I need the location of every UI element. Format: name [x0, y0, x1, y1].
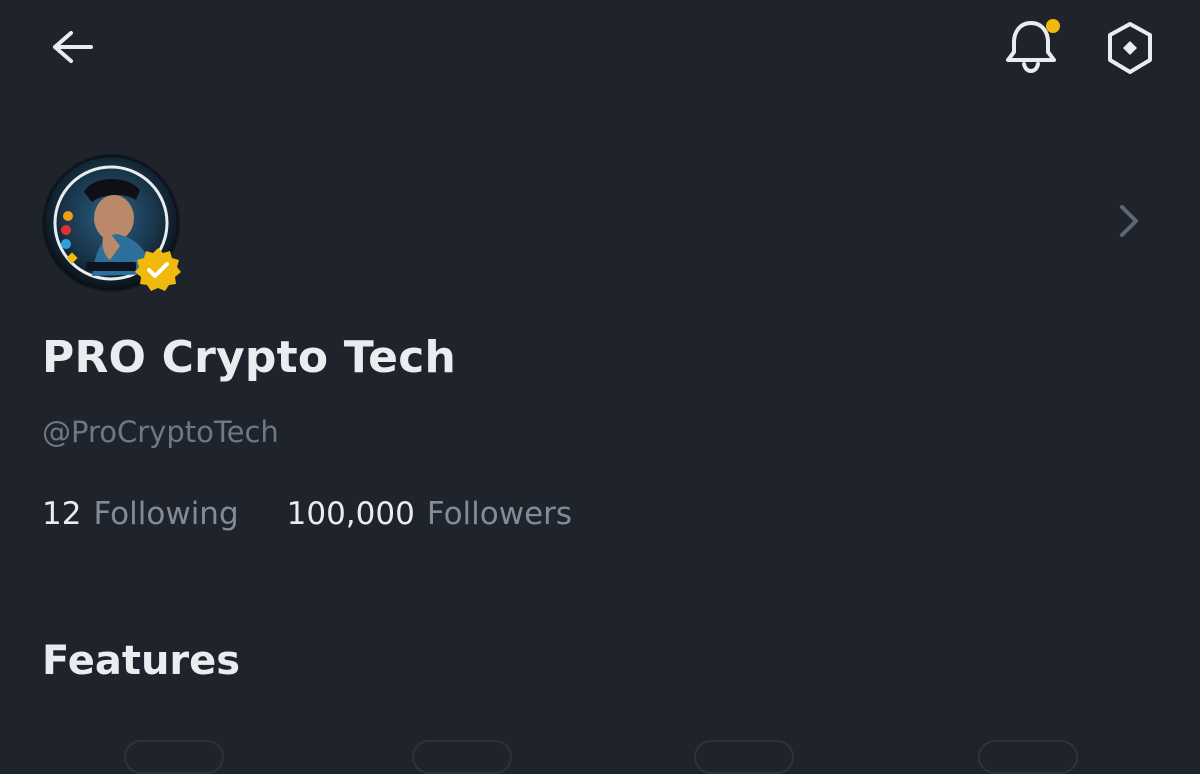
arrow-left-icon — [53, 31, 93, 63]
profile-details-button[interactable] — [1106, 196, 1152, 246]
feature-tile[interactable] — [124, 740, 224, 774]
notifications-button[interactable] — [998, 14, 1064, 80]
followers-label: Followers — [426, 496, 573, 532]
feature-tile[interactable] — [694, 740, 794, 774]
followers-stat[interactable]: 100,000 Followers — [287, 496, 572, 532]
back-button[interactable] — [42, 22, 98, 72]
following-label: Following — [93, 496, 239, 532]
features-title: Features — [42, 638, 241, 684]
profile-stats: 12 Following 100,000 Followers — [42, 496, 572, 532]
following-count: 12 — [42, 496, 82, 532]
followers-count: 100,000 — [286, 496, 415, 532]
profile-handle: @ProCryptoTech — [42, 415, 279, 449]
chevron-right-icon — [1120, 205, 1138, 237]
feature-tile[interactable] — [978, 740, 1078, 774]
bell-icon — [1006, 19, 1060, 74]
profile-avatar-button[interactable] — [42, 154, 182, 294]
profile-name: PRO Crypto Tech — [42, 332, 457, 383]
hexagon-icon — [1108, 22, 1152, 74]
feature-tile[interactable] — [412, 740, 512, 774]
verified-badge-icon — [135, 248, 181, 291]
settings-button[interactable] — [1100, 18, 1160, 78]
following-stat[interactable]: 12 Following — [42, 496, 239, 532]
notification-dot — [1046, 19, 1060, 33]
